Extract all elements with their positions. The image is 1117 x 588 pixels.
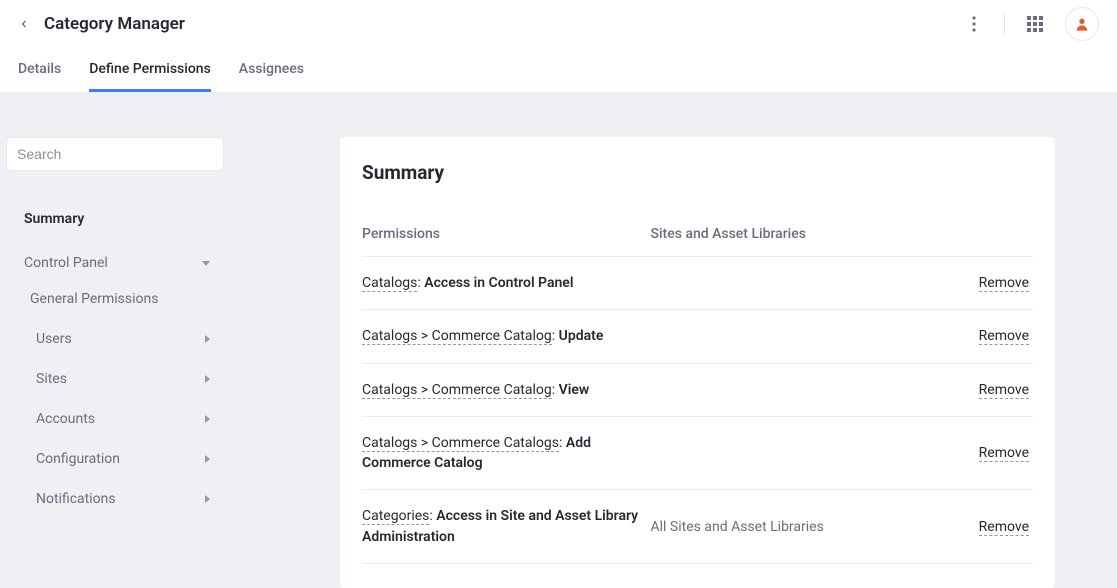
sidebar-control-panel[interactable]: Control Panel xyxy=(6,237,224,279)
avatar[interactable] xyxy=(1065,7,1099,41)
sidebar-item-label: Notifications xyxy=(36,491,116,507)
table-row: Catalogs: Access in Control Panel Remove xyxy=(362,257,1033,310)
perm-action: Update xyxy=(559,328,604,344)
perm-link[interactable]: Catalogs > Commerce Catalog xyxy=(362,382,552,399)
tabs: Details Define Permissions Assignees xyxy=(0,48,1117,92)
sidebar: Summary Control Panel General Permission… xyxy=(0,92,230,569)
chevron-right-icon xyxy=(205,455,210,463)
perm-link[interactable]: Categories xyxy=(362,508,429,525)
table-row: Catalogs > Commerce Catalog: View Remove xyxy=(362,363,1033,416)
table-row: Catalogs > Commerce Catalogs: Add Commer… xyxy=(362,416,1033,490)
sidebar-item-sites[interactable]: Sites xyxy=(6,359,224,399)
sidebar-item-label: Configuration xyxy=(36,451,120,467)
sidebar-item-users[interactable]: Users xyxy=(6,319,224,359)
chevron-right-icon xyxy=(205,415,210,423)
th-sites: Sites and Asset Libraries xyxy=(651,212,946,257)
tab-define-permissions[interactable]: Define Permissions xyxy=(89,49,211,92)
summary-title: Summary xyxy=(362,161,1033,184)
chevron-right-icon xyxy=(205,495,210,503)
chevron-right-icon xyxy=(205,335,210,343)
remove-link[interactable]: Remove xyxy=(979,519,1029,536)
apps-icon[interactable] xyxy=(1019,8,1051,40)
perm-link[interactable]: Catalogs xyxy=(362,275,417,292)
sidebar-control-panel-label: Control Panel xyxy=(24,255,108,271)
remove-link[interactable]: Remove xyxy=(979,328,1029,345)
sidebar-general-permissions[interactable]: General Permissions xyxy=(6,279,224,319)
tab-details[interactable]: Details xyxy=(18,49,61,92)
table-row: Catalogs > Commerce Catalog: Update Remo… xyxy=(362,310,1033,363)
topbar-left: Category Manager xyxy=(18,14,185,34)
sidebar-item-label: Accounts xyxy=(36,411,95,427)
chevron-right-icon xyxy=(205,375,210,383)
sidebar-item-label: Users xyxy=(36,331,72,347)
more-icon[interactable] xyxy=(958,8,990,40)
remove-link[interactable]: Remove xyxy=(979,445,1029,462)
sidebar-item-summary[interactable]: Summary xyxy=(6,191,224,237)
sidebar-item-configuration[interactable]: Configuration xyxy=(6,439,224,479)
body-area: Summary Control Panel General Permission… xyxy=(0,92,1117,569)
sidebar-item-label: Sites xyxy=(36,371,67,387)
chevron-down-icon xyxy=(202,261,210,266)
remove-link[interactable]: Remove xyxy=(979,275,1029,292)
sites-cell: All Sites and Asset Libraries xyxy=(651,490,946,564)
perm-link[interactable]: Catalogs > Commerce Catalogs xyxy=(362,435,559,452)
th-permissions: Permissions xyxy=(362,212,651,257)
perm-action: View xyxy=(559,382,590,398)
sites-cell xyxy=(651,363,946,416)
summary-panel: Summary Permissions Sites and Asset Libr… xyxy=(340,137,1055,588)
sidebar-item-accounts[interactable]: Accounts xyxy=(6,399,224,439)
table-row: Categories: Access in Site and Asset Lib… xyxy=(362,490,1033,564)
sidebar-item-notifications[interactable]: Notifications xyxy=(6,479,224,519)
perm-link[interactable]: Catalogs > Commerce Catalog xyxy=(362,328,552,345)
back-icon[interactable] xyxy=(18,16,30,32)
sites-cell xyxy=(651,257,946,310)
perm-action: Access in Control Panel xyxy=(424,275,573,291)
divider xyxy=(1004,14,1005,34)
remove-link[interactable]: Remove xyxy=(979,382,1029,399)
topbar-right xyxy=(958,7,1099,41)
tab-assignees[interactable]: Assignees xyxy=(239,49,304,92)
main-panel-area: Summary Permissions Sites and Asset Libr… xyxy=(230,92,1117,569)
sites-cell xyxy=(651,310,946,363)
search-wrap xyxy=(6,137,224,171)
summary-table: Permissions Sites and Asset Libraries Ca… xyxy=(362,212,1033,564)
page-title: Category Manager xyxy=(44,14,185,34)
topbar: Category Manager xyxy=(0,0,1117,48)
sites-cell xyxy=(651,416,946,490)
search-input[interactable] xyxy=(17,146,213,162)
